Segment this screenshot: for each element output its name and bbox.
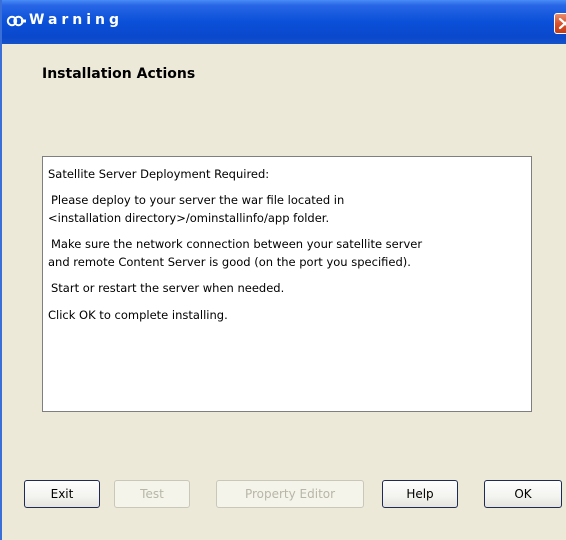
- message-text-area[interactable]: Satellite Server Deployment Required: Pl…: [42, 156, 532, 412]
- help-button[interactable]: Help: [382, 480, 458, 508]
- message-line: Please deploy to your server the war fil…: [51, 193, 345, 208]
- message-line: Start or restart the server when needed.: [51, 281, 285, 296]
- property-editor-button[interactable]: Property Editor: [216, 480, 364, 508]
- ok-button[interactable]: OK: [484, 480, 562, 508]
- warning-dialog: Warning Installation Actions Satellite S…: [0, 0, 566, 540]
- close-button[interactable]: [554, 13, 566, 34]
- page-title: Installation Actions: [42, 66, 196, 82]
- message-line: Satellite Server Deployment Required:: [48, 167, 270, 181]
- test-button[interactable]: Test: [114, 480, 190, 508]
- close-icon: [558, 17, 566, 30]
- exit-button[interactable]: Exit: [24, 480, 100, 508]
- infinity-logo-icon: [6, 15, 26, 27]
- message-line: and remote Content Server is good (on th…: [48, 254, 411, 269]
- message-line: Click OK to complete installing.: [48, 307, 228, 322]
- window-title: Warning: [29, 12, 124, 28]
- title-bar[interactable]: Warning: [2, 0, 566, 44]
- message-line: <installation directory>/ominstallinfo/a…: [48, 210, 330, 225]
- message-line: Make sure the network connection between…: [51, 237, 423, 252]
